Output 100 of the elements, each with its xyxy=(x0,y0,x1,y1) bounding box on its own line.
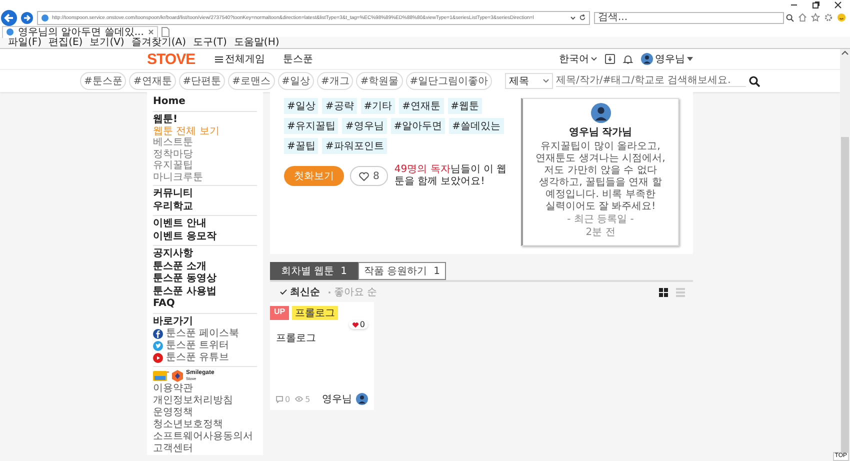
dot-icon xyxy=(328,290,331,294)
footer-link[interactable]: 청소년보호정책 xyxy=(153,418,257,430)
hashtag[interactable]: #알아두면 xyxy=(390,118,446,134)
star-icon[interactable] xyxy=(811,13,820,22)
sidebar-link[interactable]: 이벤트 응모작 xyxy=(153,230,257,243)
nav-link[interactable]: 전체게임 xyxy=(215,52,266,66)
sidebar-link[interactable]: FAQ xyxy=(153,298,257,310)
hashtag[interactable]: #일상 xyxy=(284,98,318,114)
facebook-icon[interactable] xyxy=(153,328,163,338)
social-link[interactable]: 툰스푼 페이스북 xyxy=(166,328,240,340)
sidebar-link[interactable]: Home xyxy=(153,96,257,108)
like-button[interactable]: 8 xyxy=(350,166,388,186)
scroll-up-icon[interactable] xyxy=(840,49,850,57)
tab[interactable]: 작품 응원하기 1 xyxy=(358,262,446,280)
chevron-icon xyxy=(543,79,549,83)
heart-icon xyxy=(352,322,359,328)
footer-link[interactable]: 운영정책 xyxy=(153,406,257,418)
play-icon[interactable] xyxy=(153,352,163,362)
menu-item[interactable]: 도움말(H) xyxy=(234,37,280,48)
view-count: 5 xyxy=(305,394,310,404)
like-count: 0 xyxy=(348,320,368,329)
footer-link[interactable]: 소프트웨어사용동의서 xyxy=(153,430,257,442)
episode-title: 프롤로그 xyxy=(275,332,317,345)
episode-tag: 프롤로그 xyxy=(292,306,338,320)
search-type-select[interactable]: 제목 xyxy=(505,73,553,89)
user-menu[interactable]: 영우님 xyxy=(641,52,693,66)
smiley-icon[interactable] xyxy=(837,13,846,22)
avatar-icon xyxy=(641,53,653,65)
language-select[interactable]: 한국어 xyxy=(559,52,597,66)
tag-chip[interactable]: #일단그림이좋아 xyxy=(406,72,492,90)
eye-icon xyxy=(295,396,304,402)
restore-icon[interactable] xyxy=(812,0,820,8)
sidebar-link[interactable]: 공지사항 xyxy=(153,248,257,260)
new-tab-icon[interactable] xyxy=(160,26,170,36)
menu-item[interactable]: 즐겨찾기(A) xyxy=(131,37,186,48)
tag-chip[interactable]: #단편툰 xyxy=(178,72,226,90)
footer-link[interactable]: 고객센터 xyxy=(153,442,257,454)
browser-search-field[interactable]: 검색... xyxy=(594,12,784,24)
hashtag[interactable]: #연재툰 xyxy=(399,98,444,114)
sidebar-heading: 바로가기 xyxy=(153,316,194,328)
menu-item[interactable]: 보기(V) xyxy=(90,37,124,48)
sort-option[interactable]: 최신순 xyxy=(280,285,320,299)
comment-icon xyxy=(276,396,283,402)
comment-count: 0 xyxy=(285,394,290,404)
hashtag[interactable]: #쓸데있는 xyxy=(449,118,504,134)
tag-chip[interactable]: #일상 xyxy=(278,72,314,90)
hashtag[interactable]: #공략 xyxy=(322,98,357,114)
sidebar-link[interactable]: 우리학교 xyxy=(153,200,257,213)
sidebar-link[interactable]: 툰스푼 소개 xyxy=(153,260,257,273)
search-icon[interactable] xyxy=(786,14,794,22)
heart-icon xyxy=(359,172,369,180)
tab[interactable]: 회차별 웹툰 1 xyxy=(270,262,358,280)
menu-item[interactable]: 파일(F) xyxy=(8,37,42,48)
dropdown-icon[interactable] xyxy=(570,14,576,20)
tag-chip[interactable]: #로맨스 xyxy=(228,72,275,90)
hashtag[interactable]: #꿀팁 xyxy=(284,138,318,154)
tag-chip[interactable]: #툰스푼 xyxy=(80,72,126,90)
sidebar-sublink[interactable]: 유지꿀팁 xyxy=(153,160,257,172)
refresh-icon[interactable] xyxy=(579,14,586,21)
author-name: 영우님 작가님 xyxy=(568,126,632,139)
settings-icon[interactable] xyxy=(824,13,833,22)
social-link[interactable]: 툰스푼 트위터 xyxy=(166,340,230,352)
date-label: - 최근 등록일 - xyxy=(567,214,634,226)
hashtag[interactable]: #기타 xyxy=(360,98,396,114)
sidebar-link[interactable]: 툰스푼 동영상 xyxy=(153,273,257,286)
tag-chip[interactable]: #개그 xyxy=(316,72,354,90)
search-icon[interactable] xyxy=(749,76,760,86)
footer-link[interactable]: 개인정보처리방침 xyxy=(153,394,257,406)
sidebar-link[interactable]: 툰스푼 사용법 xyxy=(153,286,257,298)
grid-view-icon[interactable] xyxy=(659,288,668,296)
hashtag[interactable]: #웹툰 xyxy=(448,98,482,114)
sidebar-link[interactable]: 커뮤니티 xyxy=(153,188,257,200)
download-icon[interactable] xyxy=(605,54,615,64)
hashtag[interactable]: #파워포인트 xyxy=(322,138,387,154)
home-icon[interactable] xyxy=(798,13,807,22)
hashtag[interactable]: #유지꿀팁 xyxy=(284,118,338,134)
update-badge: UP xyxy=(270,306,290,320)
tag-chip[interactable]: #학원물 xyxy=(356,72,403,90)
sidebar-sublink[interactable]: 마니크루툰 xyxy=(153,172,257,183)
sidebar-link[interactable]: 이벤트 안내 xyxy=(153,218,257,230)
menu-item[interactable]: 도구(T) xyxy=(193,37,227,48)
chevron-icon xyxy=(591,57,597,61)
hashtag[interactable]: #영우님 xyxy=(342,118,387,134)
forward-arrow-icon[interactable] xyxy=(21,12,33,24)
sidebar-sublink[interactable]: 정착마당 xyxy=(153,148,257,160)
close-icon[interactable] xyxy=(834,0,842,8)
avatar-icon xyxy=(590,103,610,123)
menu-item[interactable]: 편집(E) xyxy=(48,37,83,48)
browser-tab[interactable]: 영우님의 알아두면 쓸데있... xyxy=(2,26,158,38)
sidebar-sublink[interactable]: 베스트툰 xyxy=(153,137,257,148)
bell-icon[interactable] xyxy=(623,54,633,64)
social-link[interactable]: 툰스푼 유튜브 xyxy=(166,352,230,364)
nav-link[interactable]: 툰스푼 xyxy=(283,52,314,66)
episode-card[interactable]: UP 프롤로그 0 프롤로그 0 5 영우님 xyxy=(270,302,374,410)
tag-chip[interactable]: #연재툰 xyxy=(129,72,176,90)
footer-link[interactable]: 이용약관 xyxy=(153,382,257,394)
author-bio: 유지꿀팁이 많이 올라오고, 연재툰도 생겨나는 시점에서, 저도 가만히 앉을 수 없다 생각하고, 꿀팁들을 연재 할 예정입니다. 비록 부족한 실력이어도 잘 봐주세요! xyxy=(534,141,666,213)
hexagon-logo-icon xyxy=(172,370,183,382)
date-text: 2분 전 xyxy=(586,227,616,239)
search-field[interactable]: 제목/작가/#태그/학교로 검색해보세요. xyxy=(556,75,746,87)
